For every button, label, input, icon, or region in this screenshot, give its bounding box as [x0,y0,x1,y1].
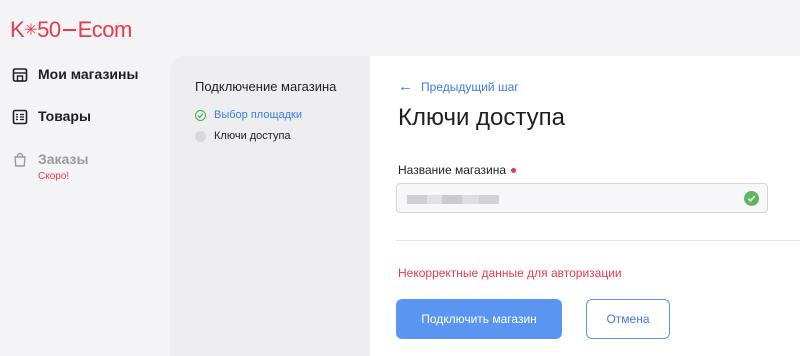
store-icon [12,67,28,83]
required-dot-icon [511,167,517,173]
step-access-keys: Ключи доступа [195,130,291,142]
connect-store-button[interactable]: Подключить магазин [396,299,562,339]
step-label: Ключи доступа [214,130,291,142]
store-name-label: Название магазина [398,163,517,177]
back-link[interactable]: ← Предыдущий шаг [398,79,519,94]
main-content: ← Предыдущий шаг Ключи доступа Название … [370,56,800,356]
nav-item-my-stores[interactable]: Мои магазины [12,66,138,83]
steps-panel: Подключение магазина Выбор площадки Ключ… [170,56,370,356]
steps-title: Подключение магазина [195,79,337,94]
valid-check-icon [744,191,759,206]
logo-k: K [10,17,25,42]
step-select-platform[interactable]: Выбор площадки [195,109,302,121]
logo-ecom: Ecom [77,17,133,42]
nav-item-products[interactable]: Товары [12,108,91,125]
divider [396,240,800,241]
logo-number: 50 [37,17,61,42]
arrow-left-icon: ← [398,78,413,95]
list-icon [12,109,28,125]
check-icon [195,109,206,121]
nav-item-label: Мои магазины [38,66,139,82]
store-name-label-text: Название магазина [398,163,507,177]
logo-dash [62,29,76,31]
nav-item-label: Заказы [38,151,89,167]
logo-star: ✳ [24,22,38,39]
left-nav: Мои магазины Товары Заказы Скоро! [0,56,170,356]
back-link-label: Предыдущий шаг [421,79,519,94]
page-title: Ключи доступа [398,104,565,131]
redacted-value [407,195,499,204]
nav-item-orders: Заказы Скоро! [12,151,88,182]
cancel-button[interactable]: Отмена [586,299,670,339]
auth-error-message: Некорректные данные для авторизации [398,266,622,280]
pending-dot-icon [195,130,206,142]
coming-soon-badge: Скоро! [38,171,70,182]
bag-icon [12,152,28,168]
app-logo[interactable]: K ✳ 50 Ecom [10,17,132,43]
store-name-input[interactable] [396,183,768,213]
step-label: Выбор площадки [214,109,302,121]
top-bar: K ✳ 50 Ecom [0,0,800,56]
nav-item-label: Товары [38,108,91,124]
